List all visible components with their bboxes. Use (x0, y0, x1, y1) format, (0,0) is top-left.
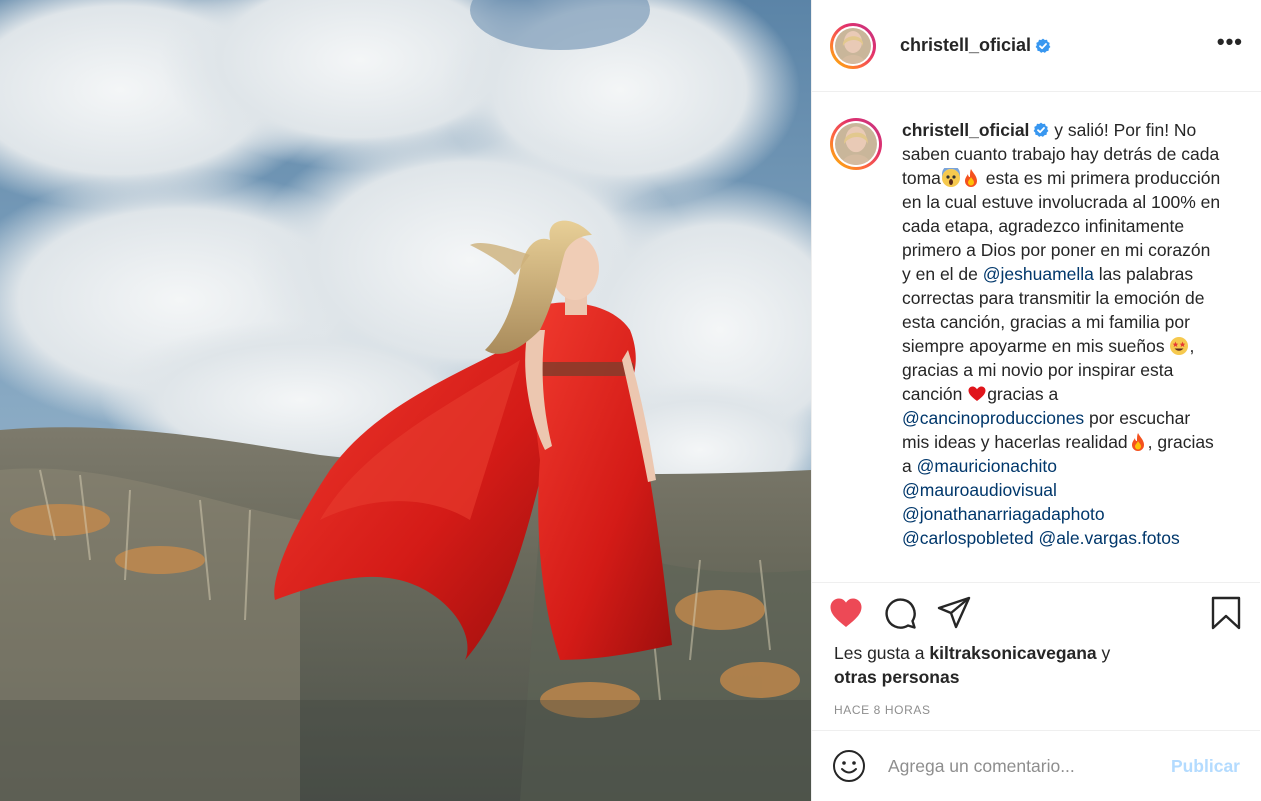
share-icon (937, 596, 971, 629)
heart-icon (830, 598, 862, 627)
bookmark-icon (1211, 596, 1241, 630)
avatar-photo-icon (835, 123, 877, 165)
mention-link[interactable]: @mauricionachito (917, 456, 1057, 476)
post-actions: Les gusta a kiltraksonicavegana y otras … (812, 582, 1260, 717)
post-timestamp[interactable]: HACE 8 HORAS (812, 703, 1260, 717)
mention-link[interactable]: @jeshuamella (983, 264, 1094, 284)
like-button[interactable] (828, 595, 864, 631)
mention-link[interactable]: @carlospobleted (902, 528, 1034, 548)
caption-text: christell_oficial y salió! Por fin! No s… (902, 118, 1222, 550)
avatar[interactable] (830, 22, 876, 69)
avatar-photo-icon (835, 27, 871, 64)
comment-input[interactable] (886, 754, 1160, 778)
caption-area: christell_oficial y salió! Por fin! No s… (812, 92, 1260, 582)
caption-username[interactable]: christell_oficial (902, 120, 1029, 140)
emoji-icon[interactable] (832, 749, 866, 783)
likes-text: Les gusta a kiltraksonicavegana y otras … (812, 641, 1260, 689)
mention-link[interactable]: @ale.vargas.fotos (1038, 528, 1179, 548)
save-button[interactable] (1208, 595, 1244, 631)
post-header: christell_oficial ••• (812, 0, 1261, 92)
comment-icon (885, 598, 916, 629)
fire-emoji-icon (964, 169, 977, 187)
verified-icon (1034, 122, 1049, 137)
mention-link[interactable]: @cancinoproducciones (902, 408, 1084, 428)
likes-user-link[interactable]: kiltraksonicavegana (929, 643, 1096, 663)
publish-button[interactable]: Publicar (1171, 756, 1240, 777)
share-button[interactable] (936, 595, 972, 631)
fire-emoji-icon (1131, 433, 1144, 451)
header-username[interactable]: christell_oficial (900, 35, 1031, 56)
post-side-panel: christell_oficial ••• christell_oficial … (811, 0, 1261, 801)
mention-link[interactable]: @jonathanarriagadaphoto (902, 504, 1105, 524)
star-eyes-emoji-icon (1170, 337, 1189, 355)
comment-button[interactable] (882, 595, 918, 631)
likes-mid: y (1096, 643, 1111, 663)
likes-prefix: Les gusta a (834, 643, 930, 663)
verified-icon (1035, 38, 1051, 53)
caption-text-part: gracias a (987, 384, 1059, 404)
action-icons-row (812, 583, 1260, 643)
photo-woman-red-dress (0, 0, 811, 801)
likes-others-link[interactable]: otras personas (834, 667, 959, 687)
red-heart-emoji-icon (968, 386, 986, 401)
scream-emoji-icon (941, 168, 960, 187)
post-photo[interactable] (0, 0, 811, 801)
comment-box: Publicar (812, 730, 1260, 801)
caption-avatar[interactable] (830, 118, 882, 170)
instagram-post: christell_oficial ••• christell_oficial … (0, 0, 1261, 801)
more-options-icon[interactable]: ••• (1217, 30, 1243, 61)
mention-link[interactable]: @mauroaudiovisual (902, 480, 1057, 500)
